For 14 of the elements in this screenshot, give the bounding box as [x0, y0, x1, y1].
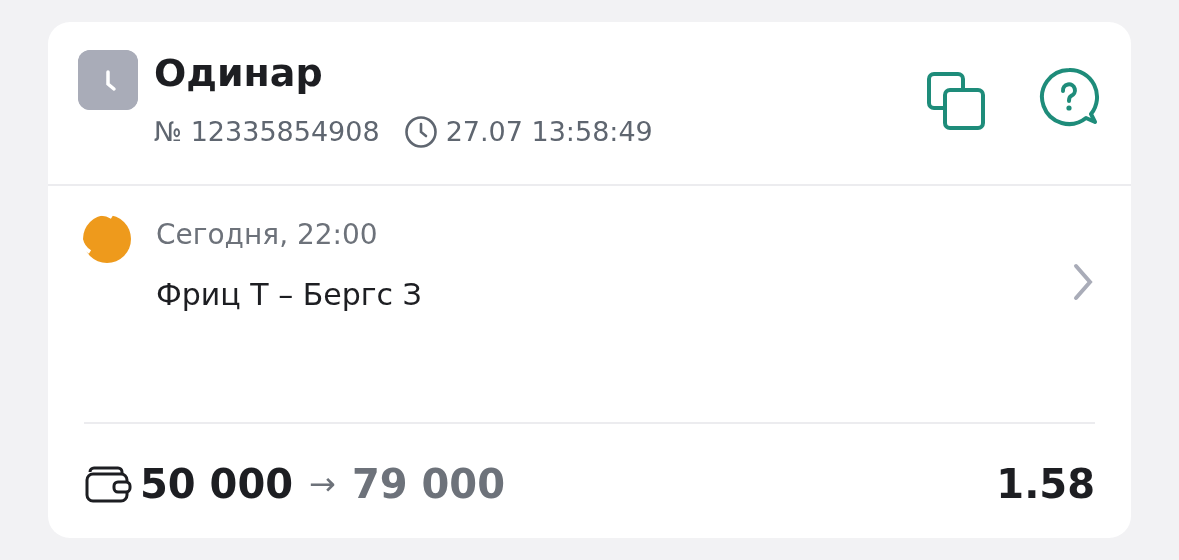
odds-value: 1.58: [996, 460, 1095, 509]
arrow-glyph: →: [309, 464, 336, 505]
event-date: Сегодня, 22:00: [156, 217, 379, 253]
tennis-ball-icon: [82, 214, 132, 264]
bet-type-title: Одинар: [154, 50, 324, 96]
bet-time: 27.07 13:58:49: [445, 115, 653, 149]
stake-amount: 50 000: [140, 460, 294, 509]
wallet-icon: [84, 464, 132, 504]
bet-number: № 12335854908: [154, 115, 380, 149]
chevron-right-icon[interactable]: [1071, 262, 1095, 302]
event-match: Фриц Т – Бергс З: [156, 276, 423, 314]
clock-icon: [78, 50, 138, 110]
clock-icon: [403, 115, 438, 150]
payout-amount: 79 000: [351, 460, 505, 509]
